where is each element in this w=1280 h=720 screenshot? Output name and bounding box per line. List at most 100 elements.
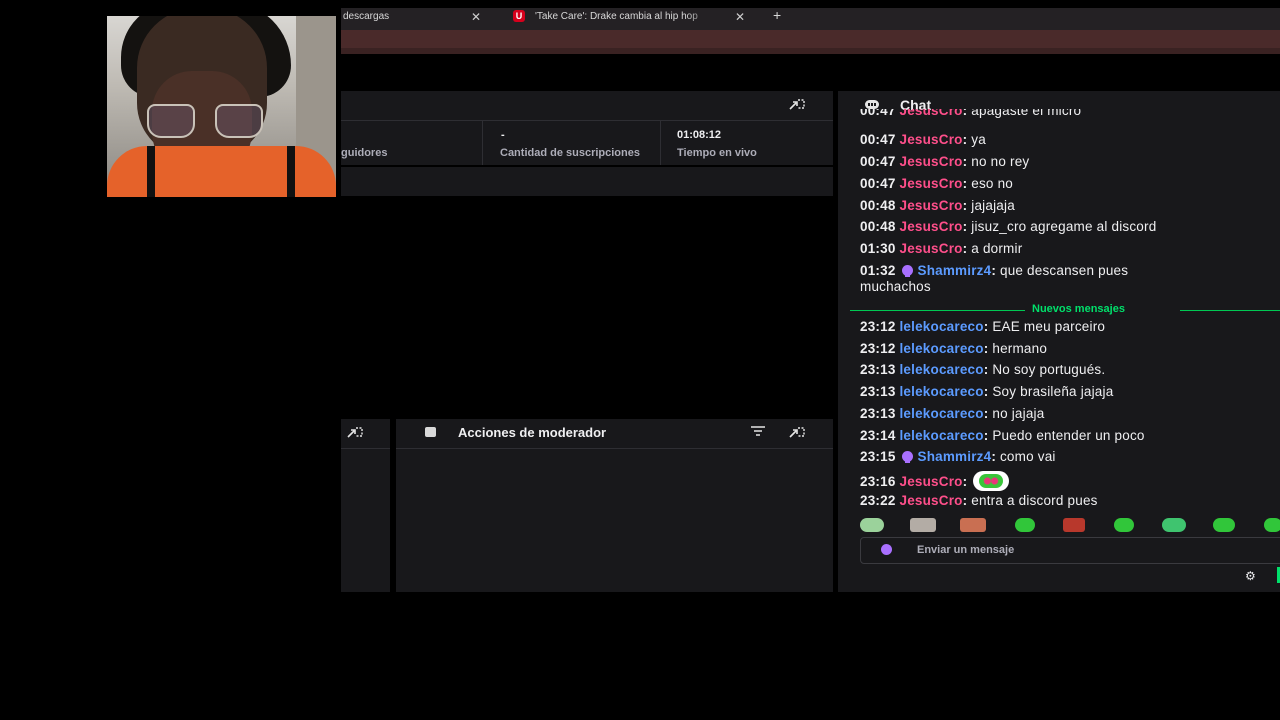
message-username[interactable]: lelekocareco bbox=[899, 384, 983, 399]
stat-followers: guidores bbox=[341, 121, 483, 165]
emote-icon[interactable] bbox=[1162, 518, 1186, 532]
stat-value: 01:08:12 bbox=[677, 129, 722, 141]
popout-icon[interactable] bbox=[789, 426, 805, 440]
message-text: Puedo entender un poco bbox=[988, 428, 1145, 443]
message-username[interactable]: lelekocareco bbox=[899, 406, 983, 421]
message-username[interactable]: JesusCro bbox=[899, 241, 962, 256]
message-text: no jajaja bbox=[988, 406, 1045, 421]
chat-message: 23:16 JesusCro: bbox=[860, 471, 1280, 491]
mod-actions-icon bbox=[425, 427, 436, 437]
stats-panel-header bbox=[341, 91, 833, 121]
chat-input-placeholder: Enviar un mensaje bbox=[917, 544, 1015, 556]
collapsed-panel bbox=[341, 419, 390, 592]
mod-panel-header: Acciones de moderador bbox=[396, 419, 833, 449]
message-text: entra a discord pues bbox=[967, 493, 1098, 508]
mic-badge-icon bbox=[902, 265, 914, 277]
message-username[interactable]: JesusCro bbox=[899, 219, 962, 234]
stat-value: - bbox=[501, 129, 505, 141]
message-username[interactable]: lelekocareco bbox=[899, 362, 983, 377]
chat-message: 23:13 lelekocareco: no jajaja bbox=[860, 406, 1045, 421]
chat-message: 23:13 lelekocareco: No soy portugués. bbox=[860, 362, 1106, 377]
browser-tab-take-care[interactable]: U 'Take Care': Drake cambia al hip hop ✕ bbox=[509, 8, 749, 30]
message-text: no no rey bbox=[967, 154, 1030, 169]
message-text: Soy brasileña jajaja bbox=[988, 384, 1114, 399]
message-timestamp: 01:30 bbox=[860, 241, 896, 256]
message-timestamp: 00:47 bbox=[860, 176, 896, 191]
tab-title: descargas bbox=[343, 11, 390, 22]
emote-bar bbox=[860, 518, 1280, 534]
message-timestamp: 23:13 bbox=[860, 384, 896, 399]
close-tab-icon[interactable]: ✕ bbox=[471, 8, 481, 26]
chat-message: 23:12 lelekocareco: hermano bbox=[860, 341, 1048, 356]
toolbar-divider bbox=[341, 48, 1280, 54]
chat-settings-gear-icon[interactable]: ⚙ bbox=[1245, 569, 1256, 583]
message-username[interactable]: JesusCro bbox=[899, 132, 962, 147]
new-tab-button[interactable]: + bbox=[773, 6, 781, 24]
message-username[interactable]: lelekocareco bbox=[899, 319, 983, 334]
message-text: eso no bbox=[967, 176, 1014, 191]
message-username[interactable]: JesusCro bbox=[899, 198, 962, 213]
chat-message: 23:14 lelekocareco: Puedo entender un po… bbox=[860, 428, 1145, 443]
mod-actions-panel: Acciones de moderador bbox=[396, 419, 833, 592]
stat-label: Tiempo en vivo bbox=[677, 147, 757, 159]
message-timestamp: 00:48 bbox=[860, 198, 896, 213]
chat-bubble-icon bbox=[865, 100, 879, 109]
stat-label: Cantidad de suscripciones bbox=[500, 147, 640, 159]
emote-icon[interactable] bbox=[1063, 518, 1085, 532]
close-tab-icon[interactable]: ✕ bbox=[735, 8, 745, 26]
emote-icon[interactable] bbox=[1213, 518, 1235, 532]
message-timestamp: 00:48 bbox=[860, 219, 896, 234]
chat-message: 00:47 JesusCro: eso no bbox=[860, 176, 1014, 191]
message-text: como vai bbox=[996, 449, 1056, 464]
mic-badge-icon bbox=[881, 544, 892, 555]
chat-message: 23:13 lelekocareco: Soy brasileña jajaja bbox=[860, 384, 1114, 399]
chat-message: 23:22 JesusCro: entra a discord pues bbox=[860, 493, 1098, 508]
message-timestamp: 23:13 bbox=[860, 406, 896, 421]
emote-icon[interactable] bbox=[960, 518, 986, 532]
message-timestamp: 00:47 bbox=[860, 132, 896, 147]
new-messages-divider: Nuevos mensajes bbox=[850, 303, 1280, 316]
message-username[interactable]: JesusCro bbox=[899, 474, 962, 489]
message-timestamp: 00:47 bbox=[860, 154, 896, 169]
tab-title: 'Take Care': Drake cambia al hip hop bbox=[535, 11, 698, 22]
emote-icon bbox=[971, 471, 1011, 491]
new-messages-label: Nuevos mensajes bbox=[1032, 303, 1125, 315]
message-text: hermano bbox=[988, 341, 1048, 356]
stat-subscriptions: - Cantidad de suscripciones bbox=[483, 121, 661, 165]
filter-icon[interactable] bbox=[750, 425, 766, 440]
emote-icon[interactable] bbox=[1015, 518, 1035, 532]
chat-message: 01:32 Shammirz4: que descansen pues mucha… bbox=[860, 263, 1129, 294]
message-timestamp: 23:12 bbox=[860, 319, 896, 334]
chat-message: 23:15 Shammirz4: como vai bbox=[860, 449, 1056, 464]
message-text: jisuz_cro agregame al discord bbox=[967, 219, 1157, 234]
message-username[interactable]: JesusCro bbox=[899, 493, 962, 508]
chat-message: 00:47 JesusCro: ya bbox=[860, 132, 986, 147]
browser-tab-descargas[interactable]: descargas ✕ bbox=[341, 8, 503, 30]
message-text: a dormir bbox=[967, 241, 1023, 256]
message-text: ya bbox=[967, 132, 986, 147]
message-timestamp: 23:12 bbox=[860, 341, 896, 356]
mic-badge-icon bbox=[902, 451, 914, 463]
emote-icon[interactable] bbox=[910, 518, 936, 532]
message-timestamp: 23:13 bbox=[860, 362, 896, 377]
popout-icon[interactable] bbox=[789, 98, 805, 112]
stream-stats-panel: guidores - Cantidad de suscripciones 01:… bbox=[341, 91, 833, 165]
message-username[interactable]: JesusCro bbox=[899, 154, 962, 169]
message-username[interactable]: Shammirz4 bbox=[917, 449, 991, 464]
popout-icon[interactable] bbox=[347, 426, 363, 440]
site-favicon-icon: U bbox=[513, 10, 525, 22]
chat-message: 01:30 JesusCro: a dormir bbox=[860, 241, 1023, 256]
message-username[interactable]: JesusCro bbox=[899, 176, 962, 191]
message-username[interactable]: lelekocareco bbox=[899, 428, 983, 443]
message-text: EAE meu parceiro bbox=[988, 319, 1106, 334]
emote-icon[interactable] bbox=[1264, 518, 1280, 532]
emote-icon[interactable] bbox=[860, 518, 884, 532]
chat-message: 00:47 JesusCro: no no rey bbox=[860, 154, 1030, 169]
message-username[interactable]: Shammirz4 bbox=[917, 263, 991, 278]
stat-uptime: 01:08:12 Tiempo en vivo bbox=[661, 121, 833, 165]
mod-panel-title: Acciones de moderador bbox=[458, 425, 607, 440]
emote-icon[interactable] bbox=[1114, 518, 1134, 532]
chat-input[interactable]: Enviar un mensaje bbox=[860, 537, 1280, 564]
message-username[interactable]: lelekocareco bbox=[899, 341, 983, 356]
message-timestamp: 23:16 bbox=[860, 474, 896, 489]
